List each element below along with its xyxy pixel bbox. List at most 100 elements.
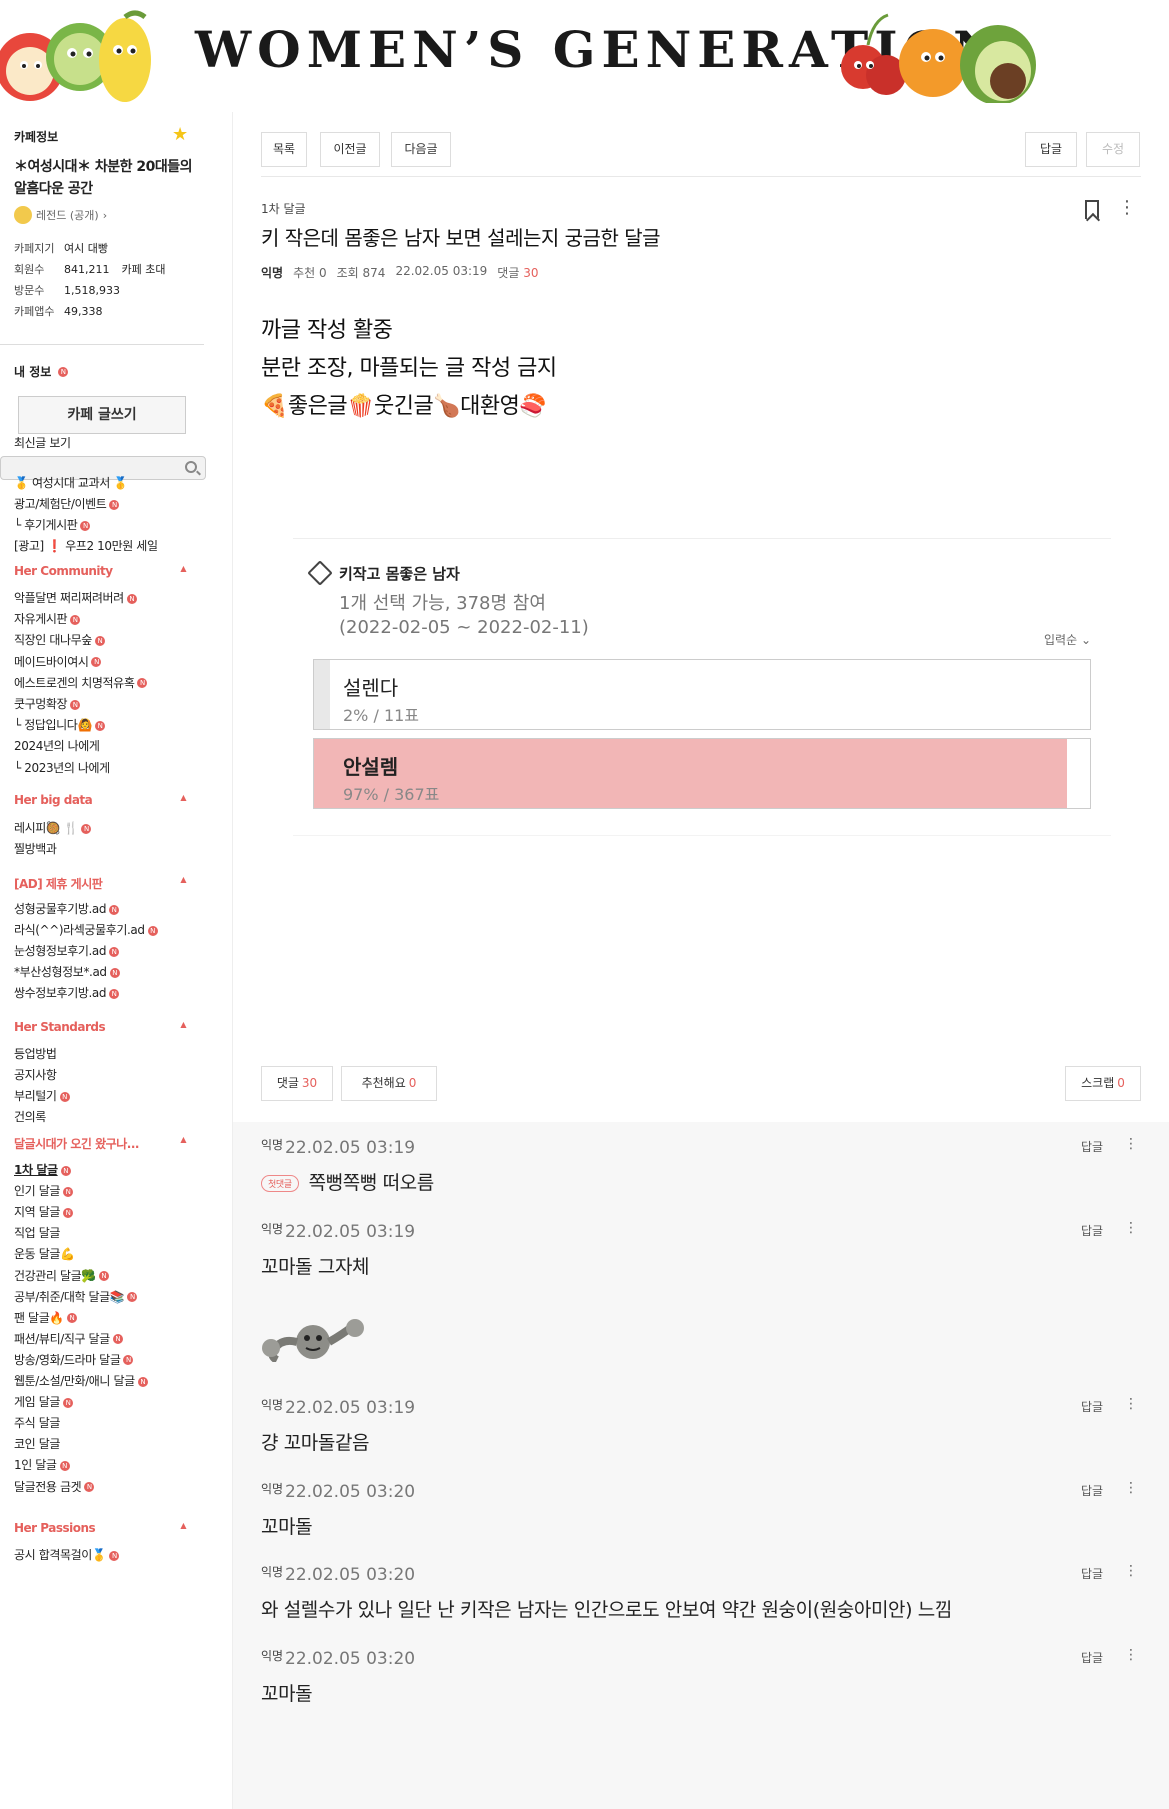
sidebar-item[interactable]: 자유게시판 N xyxy=(14,610,81,627)
collapse-icon[interactable]: ▲ xyxy=(180,1521,186,1530)
sidebar-item[interactable]: 2024년의 나에게 xyxy=(14,737,100,754)
sidebar-item[interactable]: 게임 달글 N xyxy=(14,1393,73,1410)
collapse-icon[interactable]: ▲ xyxy=(180,1135,186,1144)
comment-author[interactable]: 익명 xyxy=(261,1647,283,1664)
sidebar-item[interactable]: 눈성형정보후기.ad N xyxy=(14,942,120,959)
poll-sort-dropdown[interactable]: 입력순 ⌄ xyxy=(1044,631,1091,648)
sidebar-item[interactable]: 달글전용 금겟 N xyxy=(14,1478,95,1495)
scrap-button[interactable]: 스크랩 0 xyxy=(1065,1066,1141,1101)
comment-author[interactable]: 익명 xyxy=(261,1136,283,1153)
list-button[interactable]: 목록 xyxy=(261,132,307,167)
comment-reply-button[interactable]: 답글 xyxy=(1081,1138,1103,1155)
comment-reply-button[interactable]: 답글 xyxy=(1081,1222,1103,1239)
sidebar-item[interactable]: 🥇 여성시대 교과서 🥇 xyxy=(14,474,128,491)
sidebar-section-standards[interactable]: Her Standards ▲ xyxy=(14,1020,186,1034)
sidebar-item[interactable]: 등업방법 xyxy=(14,1045,57,1062)
sidebar-item[interactable]: 방송/영화/드라마 달글 N xyxy=(14,1351,134,1368)
sidebar-item[interactable]: 공시 합격목걸이🥇 N xyxy=(14,1546,120,1563)
sidebar-item[interactable]: 1차 달글 N xyxy=(14,1161,71,1178)
post-comments[interactable]: 댓글 30 xyxy=(497,264,538,281)
comment-reply-button[interactable]: 답글 xyxy=(1081,1398,1103,1415)
sidebar-item[interactable]: 팬 달글🔥 N xyxy=(14,1309,77,1326)
comment-author[interactable]: 익명 xyxy=(261,1563,283,1580)
sidebar-item[interactable]: 건강관리 달글🥦 N xyxy=(14,1267,109,1284)
my-info-link[interactable]: 내 정보 N xyxy=(14,363,69,380)
sidebar-item[interactable]: 레시피🥘 🍴 N xyxy=(14,819,92,836)
new-badge: N xyxy=(112,1334,123,1345)
write-post-button[interactable]: 카페 글쓰기 xyxy=(18,396,186,434)
sidebar-item-latest[interactable]: 최신글 보기 xyxy=(14,434,71,451)
poll-period: (2022-02-05 ~ 2022-02-11) xyxy=(339,617,589,638)
comment-author[interactable]: 익명 xyxy=(261,1396,283,1413)
comment-more-icon[interactable]: ⋮ xyxy=(1124,1563,1138,1579)
sidebar-item[interactable]: 건의록 xyxy=(14,1108,46,1125)
comment-toggle-button[interactable]: 댓글 30 xyxy=(261,1066,333,1101)
sidebar-item[interactable]: 1인 달글 N xyxy=(14,1456,70,1473)
star-icon[interactable]: ★ xyxy=(172,124,188,145)
bookmark-icon[interactable] xyxy=(1085,200,1099,219)
sidebar-item[interactable]: 광고/체험단/이벤트 N xyxy=(14,495,120,512)
sidebar-item[interactable]: 직장인 대나무숲 N xyxy=(14,631,105,648)
sidebar-item[interactable]: 웹툰/소설/만화/애니 달글 N xyxy=(14,1372,148,1389)
more-options-icon[interactable]: ⋮ xyxy=(1118,199,1136,217)
sidebar-item[interactable]: └ 정답입니다🙆 N xyxy=(14,716,105,733)
reply-button[interactable]: 답글 xyxy=(1025,132,1077,167)
cafe-level[interactable]: 레전드 (공개) › xyxy=(14,206,107,224)
sidebar-section-bigdata[interactable]: Her big data ▲ xyxy=(14,793,186,807)
cafe-banner[interactable]: WOMEN’S GENERATION xyxy=(0,0,1169,103)
sidebar-item[interactable]: 찔방백과 xyxy=(14,840,57,857)
comment-reply-button[interactable]: 답글 xyxy=(1081,1482,1103,1499)
comment-more-icon[interactable]: ⋮ xyxy=(1124,1396,1138,1412)
sidebar-item[interactable]: 악플달면 쩌리쩌려버려 N xyxy=(14,589,137,606)
stat-value[interactable]: 여시 대빵 xyxy=(64,238,108,259)
sidebar-item[interactable]: 에스트로겐의 치명적유혹 N xyxy=(14,674,148,691)
sidebar-item[interactable]: 메이드바이여시 N xyxy=(14,653,102,670)
sidebar-item[interactable]: 쿳구멍확장 N xyxy=(14,695,81,712)
sidebar-item[interactable]: 라식(^^)라섹궁물후기.ad N xyxy=(14,921,158,938)
new-badge: N xyxy=(60,1165,71,1176)
comment-more-icon[interactable]: ⋮ xyxy=(1124,1136,1138,1152)
board-link[interactable]: 1차 달글 xyxy=(261,200,306,217)
next-post-button[interactable]: 다음글 xyxy=(391,132,451,167)
poll-option[interactable]: 안설렘 97% / 367표 xyxy=(313,738,1091,809)
comment-more-icon[interactable]: ⋮ xyxy=(1124,1647,1138,1663)
invite-link[interactable]: 카페 초대 xyxy=(122,259,166,280)
sidebar-item[interactable]: 지역 달글 N xyxy=(14,1203,73,1220)
sidebar-section-dalgeul[interactable]: 달글시대가 오긴 왔구나... ▲ xyxy=(14,1135,186,1152)
sidebar-section-ad[interactable]: [AD] 제휴 게시판 ▲ xyxy=(14,875,186,892)
sidebar-item[interactable]: 인기 달글 N xyxy=(14,1182,73,1199)
comment-author[interactable]: 익명 xyxy=(261,1480,283,1497)
sidebar-item[interactable]: └ 후기게시판 N xyxy=(14,516,91,533)
collapse-icon[interactable]: ▲ xyxy=(180,1020,186,1029)
comment-reply-button[interactable]: 답글 xyxy=(1081,1649,1103,1666)
edit-button[interactable]: 수정 xyxy=(1086,132,1140,167)
post-author[interactable]: 익명 xyxy=(261,264,283,281)
sidebar-section-passions[interactable]: Her Passions ▲ xyxy=(14,1521,186,1535)
like-button[interactable]: 추천해요 0 xyxy=(341,1066,437,1101)
sidebar-item[interactable]: 부리털기 N xyxy=(14,1087,70,1104)
sidebar-item[interactable]: 성형궁물후기방.ad N xyxy=(14,900,120,917)
sidebar-item[interactable]: 공부/취준/대학 달글📚 N xyxy=(14,1288,138,1305)
collapse-icon[interactable]: ▲ xyxy=(180,793,186,802)
sidebar-item[interactable]: 운동 달글💪 xyxy=(14,1245,75,1262)
prev-post-button[interactable]: 이전글 xyxy=(320,132,380,167)
new-badge: N xyxy=(109,967,120,978)
sidebar-item[interactable]: └ 2023년의 나에게 xyxy=(14,759,110,776)
collapse-icon[interactable]: ▲ xyxy=(180,564,186,573)
sidebar-item[interactable]: 패션/뷰티/직구 달글 N xyxy=(14,1330,123,1347)
sidebar-section-community[interactable]: Her Community ▲ xyxy=(14,564,186,578)
comment-more-icon[interactable]: ⋮ xyxy=(1124,1480,1138,1496)
comment-more-icon[interactable]: ⋮ xyxy=(1124,1220,1138,1236)
collapse-icon[interactable]: ▲ xyxy=(180,875,186,884)
search-icon[interactable] xyxy=(185,461,197,473)
sidebar-item[interactable]: 주식 달글 xyxy=(14,1414,60,1431)
sidebar-item[interactable]: [광고] ❗ 우프2 10만원 세일 xyxy=(14,537,158,554)
sidebar-item[interactable]: *부산성형정보*.ad N xyxy=(14,963,120,980)
sidebar-item[interactable]: 쌍수정보후기방.ad N xyxy=(14,984,120,1001)
comment-reply-button[interactable]: 답글 xyxy=(1081,1565,1103,1582)
sidebar-item[interactable]: 공지사항 xyxy=(14,1066,57,1083)
sidebar-item[interactable]: 직업 달글 xyxy=(14,1224,60,1241)
poll-option[interactable]: 설렌다 2% / 11표 xyxy=(313,659,1091,730)
sidebar-item[interactable]: 코인 달글 xyxy=(14,1435,60,1452)
comment-author[interactable]: 익명 xyxy=(261,1220,283,1237)
